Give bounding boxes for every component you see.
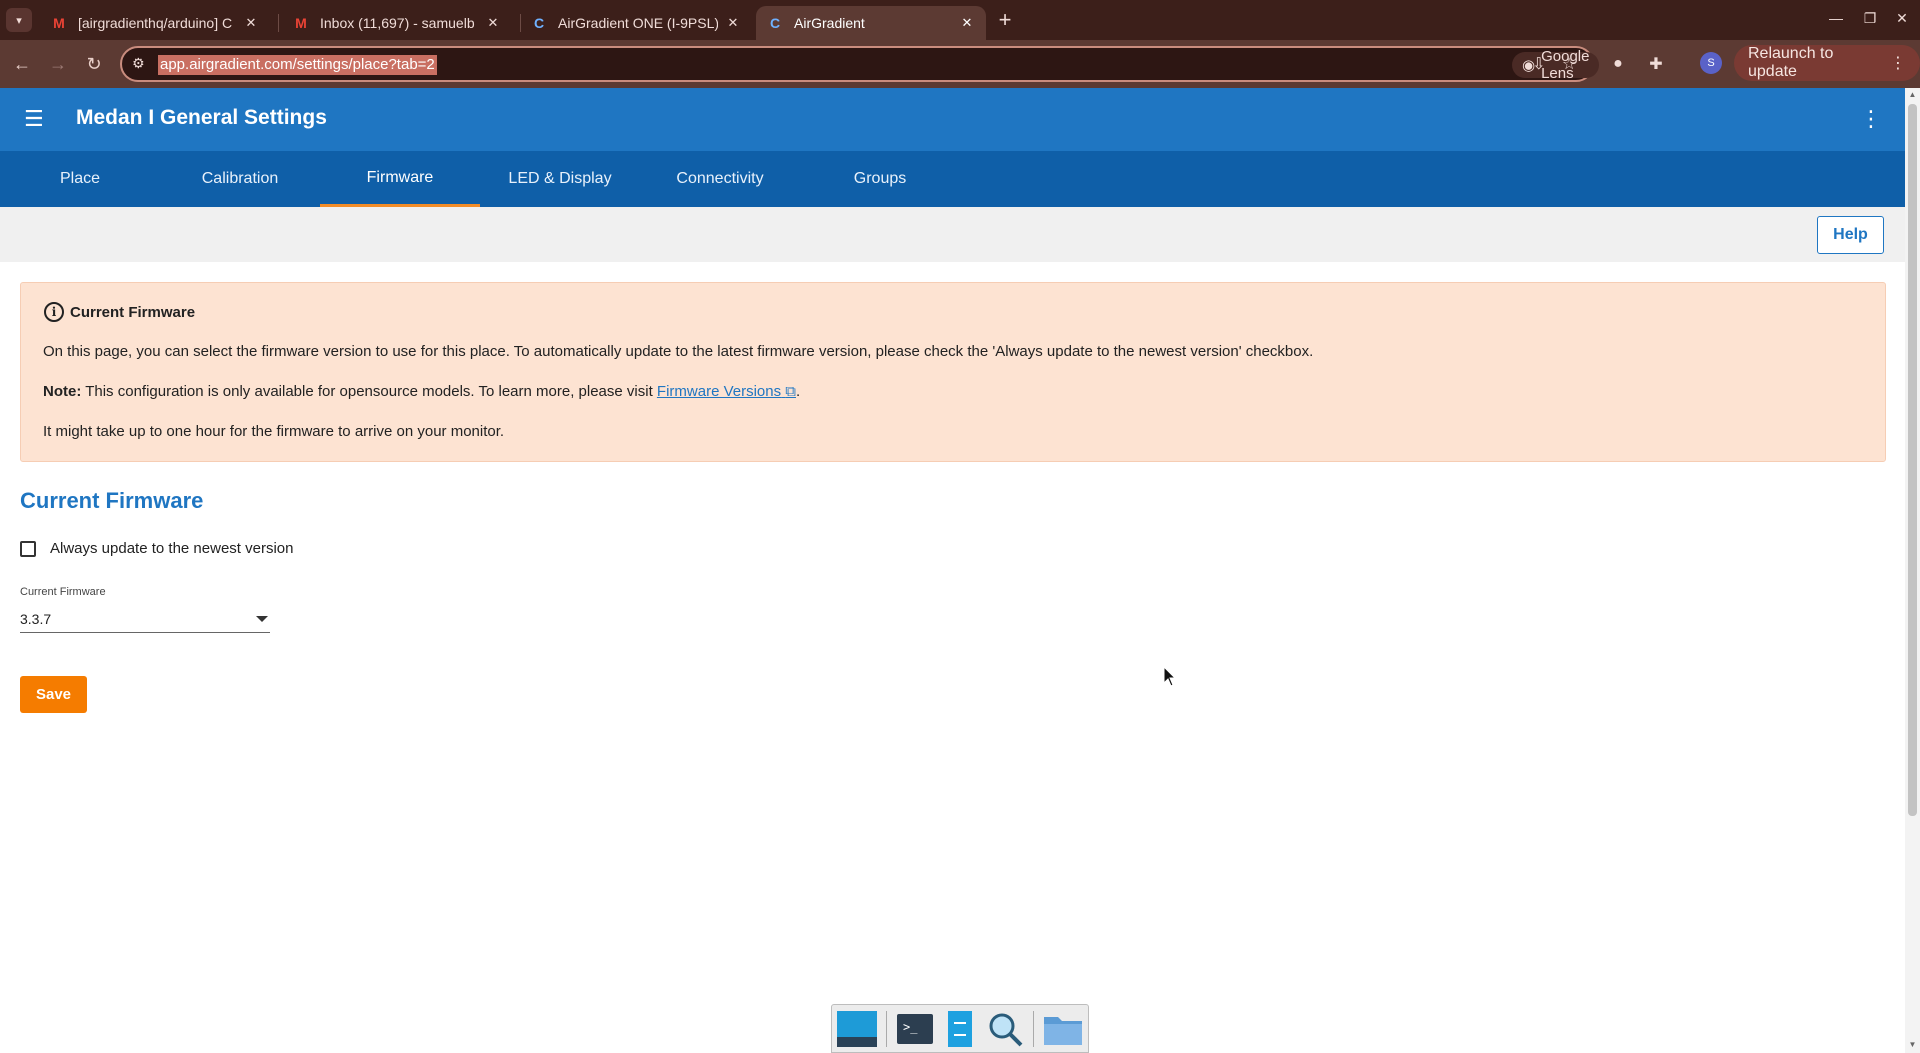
bookmark-star-icon[interactable]: ☆ xyxy=(1562,54,1576,74)
section-title: Current Firmware xyxy=(20,488,204,513)
google-lens-button[interactable]: ◉ Google Lens xyxy=(1512,48,1600,82)
more-vert-icon: ⋮ xyxy=(1890,55,1906,72)
close-tab-icon[interactable]: ✕ xyxy=(724,15,742,31)
close-window-icon[interactable]: ✕ xyxy=(1890,10,1914,27)
info-notice: i Current Firmware On this page, you can… xyxy=(20,282,1886,462)
install-app-icon[interactable]: ⇩ xyxy=(1532,54,1545,74)
site-info-icon[interactable]: ⚙ xyxy=(132,55,145,72)
always-update-checkbox[interactable] xyxy=(20,540,36,557)
browser-tab-active[interactable]: C AirGradient ✕ xyxy=(756,6,986,40)
folder-icon[interactable] xyxy=(1042,1008,1084,1050)
settings-tabs: Place Calibration Firmware LED & Display… xyxy=(0,151,1905,207)
notice-heading: i Current Firmware xyxy=(44,302,195,322)
gmail-icon: M xyxy=(295,15,307,31)
tab-firmware[interactable]: Firmware xyxy=(320,151,480,207)
mouse-cursor-icon xyxy=(1163,666,1177,687)
new-tab-button[interactable]: + xyxy=(992,7,1018,32)
airgradient-icon: C xyxy=(769,15,781,31)
extensions-icon[interactable]: ✚ xyxy=(1644,52,1668,76)
minimize-icon[interactable]: — xyxy=(1824,10,1848,26)
app-header: ☰ Medan I General Settings ⋮ xyxy=(0,88,1905,151)
close-tab-icon[interactable]: ✕ xyxy=(242,15,260,31)
action-bar: Help xyxy=(0,207,1905,262)
browser-tab[interactable]: M Inbox (11,697) - samuelb ✕ xyxy=(282,6,512,40)
restore-icon[interactable]: ❐ xyxy=(1858,10,1882,27)
relaunch-button[interactable]: Relaunch to update ⋮ xyxy=(1734,45,1920,81)
tab-led-display[interactable]: LED & Display xyxy=(480,151,640,207)
file-manager-icon[interactable] xyxy=(943,1008,977,1050)
tab-connectivity[interactable]: Connectivity xyxy=(640,151,800,207)
close-tab-icon[interactable]: ✕ xyxy=(484,15,502,31)
browser-tab[interactable]: C AirGradient ONE (I-9PSL) ✕ xyxy=(520,6,752,40)
browser-toolbar: ← → ↻ ⚙ app.airgradient.com/settings/pla… xyxy=(0,40,1920,88)
address-bar[interactable]: ⚙ app.airgradient.com/settings/place?tab… xyxy=(120,46,1600,82)
firmware-versions-link[interactable]: Firmware Versions ⧉ xyxy=(657,383,796,400)
scroll-up-icon[interactable]: ▲ xyxy=(1908,90,1917,99)
svg-text:>_: >_ xyxy=(903,1020,918,1034)
browser-tab-strip: ▾ M [airgradienthq/arduino] C ✕ M Inbox … xyxy=(0,0,1920,40)
notice-note: Note: This configuration is only availab… xyxy=(43,383,801,400)
firmware-field-label: Current Firmware xyxy=(20,586,106,598)
dropdown-arrow-icon xyxy=(256,616,268,622)
forward-icon[interactable]: → xyxy=(46,52,70,76)
notice-text: It might take up to one hour for the fir… xyxy=(43,423,505,440)
url-text[interactable]: app.airgradient.com/settings/place?tab=2 xyxy=(158,55,437,75)
help-button[interactable]: Help xyxy=(1817,216,1884,254)
gmail-icon: M xyxy=(53,15,65,31)
close-tab-icon[interactable]: ✕ xyxy=(958,15,976,31)
scroll-down-icon[interactable]: ▼ xyxy=(1908,1040,1917,1049)
tab-calibration[interactable]: Calibration xyxy=(160,151,320,207)
profile-avatar[interactable]: S xyxy=(1700,52,1722,74)
always-update-row[interactable]: Always update to the newest version xyxy=(20,540,293,557)
external-link-icon: ⧉ xyxy=(785,383,797,400)
desktop-icon[interactable] xyxy=(836,1008,878,1050)
firmware-select[interactable]: 3.3.7 xyxy=(20,606,270,633)
info-icon: i xyxy=(44,302,64,322)
save-button[interactable]: Save xyxy=(20,676,87,713)
menu-icon[interactable]: ☰ xyxy=(24,108,48,130)
checkbox-label: Always update to the newest version xyxy=(50,540,294,557)
tab-place[interactable]: Place xyxy=(0,151,160,207)
tab-search-button[interactable]: ▾ xyxy=(6,8,32,32)
airgradient-icon: C xyxy=(533,15,545,31)
reload-icon[interactable]: ↻ xyxy=(82,52,106,76)
browser-tab[interactable]: M [airgradienthq/arduino] C ✕ xyxy=(40,6,270,40)
search-icon[interactable] xyxy=(985,1008,1025,1050)
incognito-icon[interactable]: ● xyxy=(1606,52,1630,76)
terminal-icon[interactable]: >_ xyxy=(895,1008,935,1050)
more-vert-icon[interactable]: ⋮ xyxy=(1860,106,1882,132)
page-title: Medan I General Settings xyxy=(76,106,327,129)
notice-text: On this page, you can select the firmwar… xyxy=(43,343,1314,360)
scrollbar-thumb[interactable] xyxy=(1908,104,1917,816)
taskbar-dock: >_ xyxy=(831,1004,1089,1053)
tab-groups[interactable]: Groups xyxy=(800,151,960,207)
back-icon[interactable]: ← xyxy=(10,52,34,76)
